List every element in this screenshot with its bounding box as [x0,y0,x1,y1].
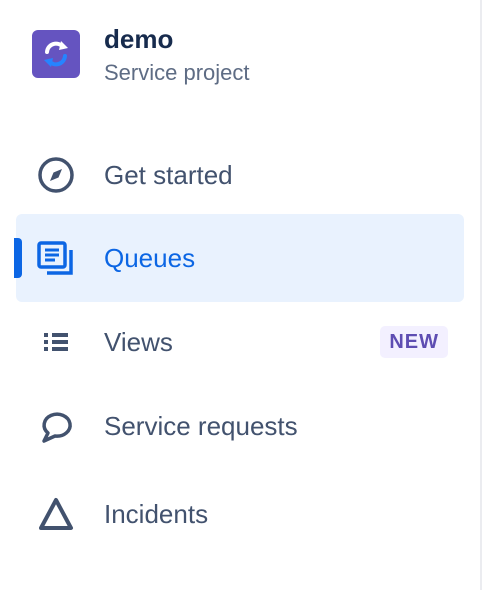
speech-bubble-icon [36,406,76,446]
sidebar-item-get-started[interactable]: Get started [16,131,464,219]
project-avatar-icon [32,30,80,78]
new-badge: NEW [380,326,448,358]
sidebar-item-label: Service requests [104,411,298,441]
sidebar-item-label: Get started [104,160,233,190]
project-name: demo [104,24,174,54]
sidebar-item-queues[interactable]: Queues [14,214,464,302]
list-icon [36,322,76,362]
sidebar-item-views[interactable]: Views NEW [16,298,464,386]
project-sidebar: demo Service project Get started Queues [0,0,482,590]
sidebar-item-label: Incidents [104,499,209,529]
sidebar-item-service-requests[interactable]: Service requests [16,382,464,470]
active-indicator [14,238,22,278]
project-header[interactable]: demo Service project [32,22,250,88]
incident-triangle-icon [36,494,76,534]
sidebar-item-label: Queues [104,243,196,273]
sidebar-item-incidents[interactable]: Incidents [16,470,464,558]
project-type: Service project [104,60,250,85]
compass-icon [36,155,76,195]
sidebar-item-label: Views [104,327,173,357]
queues-icon [36,238,76,278]
